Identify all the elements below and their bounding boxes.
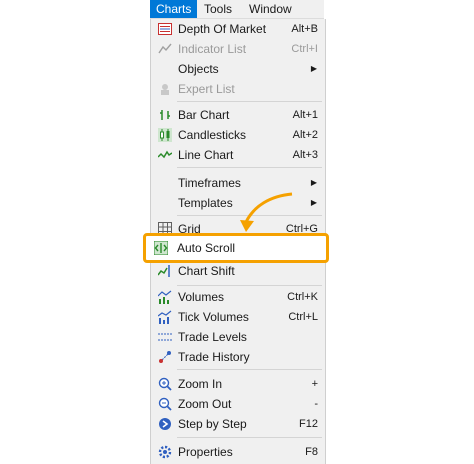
- step-by-step-icon: [159, 418, 171, 430]
- expert-list-icon: [161, 84, 169, 95]
- menu-item-auto-scroll[interactable]: Auto Scroll: [143, 233, 329, 263]
- menu-item-volumes[interactable]: Volumes Ctrl+K: [151, 287, 325, 307]
- menu-item-label: Chart Shift: [178, 264, 235, 278]
- submenu-arrow-icon: ▶: [310, 198, 317, 207]
- menu-bar: Charts Tools Window: [150, 0, 324, 19]
- menu-item-shortcut: Ctrl+K: [287, 291, 318, 303]
- menu-item-label: Volumes: [178, 290, 225, 304]
- separator: [177, 167, 322, 168]
- menu-item-label: Zoom Out: [178, 397, 232, 411]
- properties-icon: [158, 445, 172, 459]
- menu-item-depth-of-market[interactable]: Depth Of Market Alt+B: [151, 19, 325, 39]
- trade-levels-icon: [158, 333, 172, 341]
- menu-item-shortcut: Alt+3: [292, 149, 318, 161]
- menu-window[interactable]: Window: [243, 0, 298, 18]
- menu-item-shortcut: +: [311, 378, 318, 390]
- menu-item-label: Objects: [178, 62, 219, 76]
- menu-item-tick-volumes[interactable]: Tick Volumes Ctrl+L: [151, 307, 325, 327]
- menu-item-step-by-step[interactable]: Step by Step F12: [151, 414, 325, 434]
- separator: [177, 437, 322, 438]
- menu-charts[interactable]: Charts: [150, 0, 198, 18]
- menu-tools[interactable]: Tools: [198, 0, 238, 18]
- callout-arrow-icon: [240, 192, 293, 232]
- menu-item-properties[interactable]: Properties F8: [151, 442, 325, 462]
- menu-item-chart-shift[interactable]: Chart Shift: [151, 261, 325, 281]
- menu-item-label: Properties: [178, 445, 233, 459]
- trade-history-icon: [159, 351, 171, 363]
- submenu-arrow-icon: ▶: [310, 178, 317, 187]
- menu-item-label: Depth Of Market: [178, 22, 267, 36]
- bar-chart-icon: [160, 110, 170, 120]
- menu-item-zoom-out[interactable]: Zoom Out -: [151, 394, 325, 414]
- menu-item-shortcut: F8: [305, 446, 318, 458]
- menu-item-trade-history[interactable]: Trade History: [151, 347, 325, 367]
- menu-item-label: Trade Levels: [178, 330, 247, 344]
- menu-item-expert-list[interactable]: Expert List: [151, 79, 325, 99]
- menu-item-zoom-in[interactable]: Zoom In +: [151, 374, 325, 394]
- auto-scroll-icon: [154, 241, 168, 255]
- menu-item-shortcut: Alt+2: [292, 129, 318, 141]
- indicator-list-icon: [158, 43, 172, 54]
- menu-item-bar-chart[interactable]: Bar Chart Alt+1: [151, 105, 325, 125]
- menu-item-label: Tick Volumes: [178, 310, 249, 324]
- menu-item-label: Candlesticks: [178, 128, 247, 142]
- candlesticks-icon: [158, 128, 172, 142]
- menu-item-candlesticks[interactable]: Candlesticks Alt+2: [151, 125, 325, 145]
- menu-item-label: Zoom In: [178, 377, 223, 391]
- chart-shift-icon: [158, 265, 170, 277]
- volumes-icon: [158, 290, 172, 304]
- line-chart-icon: [158, 150, 172, 159]
- menu-item-indicator-list[interactable]: Indicator List Ctrl+I: [151, 39, 325, 59]
- menu-item-objects[interactable]: Objects ▶: [151, 59, 325, 79]
- menu-item-label: Step by Step: [178, 417, 247, 431]
- menu-item-label: Auto Scroll: [177, 241, 236, 255]
- zoom-out-icon: [158, 397, 172, 411]
- separator: [177, 285, 322, 286]
- depth-of-market-icon: [158, 23, 172, 35]
- separator: [177, 101, 322, 102]
- menu-item-label: Line Chart: [178, 148, 234, 162]
- zoom-in-icon: [158, 377, 172, 391]
- menu-item-shortcut: F12: [299, 418, 318, 430]
- menu-item-label: Trade History: [178, 350, 250, 364]
- menu-item-shortcut: Alt+1: [292, 109, 318, 121]
- menu-item-line-chart[interactable]: Line Chart Alt+3: [151, 145, 325, 165]
- menu-item-label: Indicator List: [178, 42, 247, 56]
- tick-volumes-icon: [158, 310, 172, 324]
- submenu-arrow-icon: ▶: [310, 64, 317, 73]
- menu-item-shortcut: Ctrl+I: [291, 43, 318, 55]
- menu-item-shortcut: Ctrl+L: [288, 311, 318, 323]
- menu-item-label: Bar Chart: [178, 108, 230, 122]
- menu-item-shortcut: -: [314, 398, 318, 410]
- separator: [177, 369, 322, 370]
- menu-item-trade-levels[interactable]: Trade Levels: [151, 327, 325, 347]
- menu-item-shortcut: Alt+B: [291, 23, 318, 35]
- menu-item-label: Templates: [178, 196, 233, 210]
- menu-item-label: Expert List: [178, 82, 235, 96]
